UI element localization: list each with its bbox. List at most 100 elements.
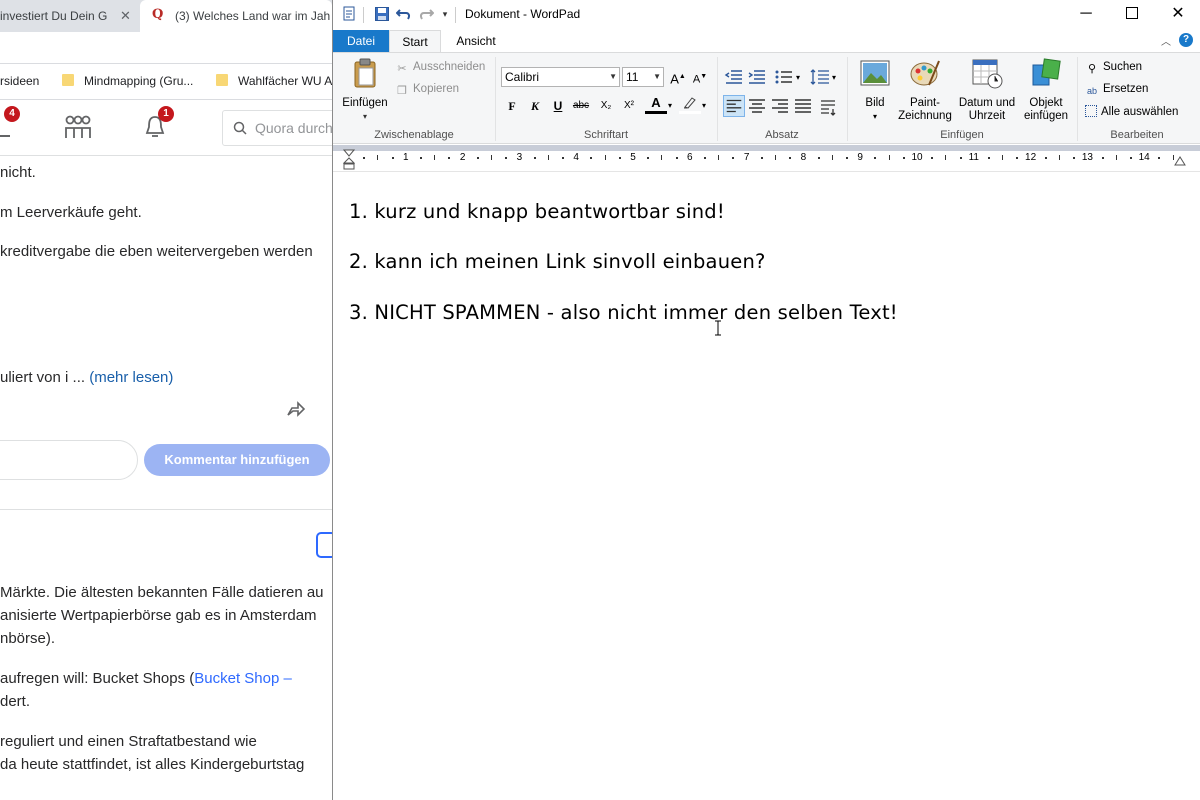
bold-button[interactable]: F	[501, 95, 523, 117]
highlighter-icon	[684, 97, 696, 109]
tab-view[interactable]: Ansicht	[443, 30, 509, 52]
paragraph-settings-icon[interactable]	[817, 95, 839, 117]
right-indent-marker-icon[interactable]	[1174, 155, 1186, 167]
close-button[interactable]: ✕	[1155, 0, 1200, 30]
copy-button[interactable]: ❐ Kopieren	[395, 83, 459, 98]
bookmark-item[interactable]: rsideen	[0, 74, 39, 88]
add-comment-button[interactable]: Kommentar hinzufügen	[144, 444, 330, 476]
datetime-label-2: Uhrzeit	[968, 110, 1006, 122]
date-time-button[interactable]: Datum und Uhrzeit	[955, 57, 1019, 123]
align-left-icon[interactable]	[723, 95, 745, 117]
bucket-shop-link[interactable]: Bucket Shop –	[194, 670, 292, 687]
browser-tab-1[interactable]: investiert Du Dein G ✕	[0, 0, 140, 32]
shrink-font-button[interactable]: A▼	[689, 66, 711, 88]
left-indent-marker-icon[interactable]	[343, 149, 355, 171]
insert-object-button[interactable]: Objekt einfügen	[1021, 57, 1071, 123]
paragraph-group-label: Absatz	[765, 129, 799, 141]
ruler-tick	[533, 157, 536, 159]
decrease-indent-icon[interactable]	[723, 66, 745, 88]
bullet-list-chevron-down-icon[interactable]: ▾	[796, 73, 800, 82]
italic-button[interactable]: K	[524, 95, 546, 117]
ruler-tick	[1115, 155, 1117, 160]
paste-button[interactable]: Einfügen ▾	[339, 57, 391, 123]
browser-tab-1-label: investiert Du Dein G	[0, 9, 108, 23]
strikethrough-button[interactable]: abc	[570, 95, 592, 117]
bookmark-item[interactable]: Mindmapping (Gru...	[62, 74, 193, 88]
answer-text-line: nbörse).	[0, 630, 56, 647]
find-button[interactable]: ⚲ Suchen	[1085, 61, 1142, 76]
answer-text-line: da heute stattfindet, ist alles Kinderge…	[0, 756, 305, 773]
increase-indent-icon[interactable]	[746, 66, 768, 88]
line-spacing-icon[interactable]	[809, 66, 831, 88]
folder-icon	[62, 74, 74, 86]
font-family-select[interactable]: Calibri ▼	[501, 67, 620, 87]
minimize-button[interactable]: ─	[1063, 0, 1109, 30]
browser-tab-strip: investiert Du Dein G ✕ Q (3) Welches Lan…	[0, 0, 332, 32]
redo-icon[interactable]	[418, 6, 434, 22]
align-right-icon[interactable]	[769, 95, 791, 117]
palette-icon	[910, 60, 940, 86]
grow-font-button[interactable]: A▲	[667, 66, 689, 88]
clipboard-group-label: Zwischenablage	[374, 129, 454, 141]
maximize-button[interactable]	[1109, 0, 1155, 30]
ruler-number: 5	[630, 152, 636, 163]
ruler-tick	[363, 157, 366, 159]
ruler-tick	[817, 157, 820, 159]
replace-icon: ab	[1086, 86, 1097, 96]
comment-input[interactable]	[0, 440, 138, 480]
font-group-label: Schriftart	[583, 129, 628, 141]
text-cursor-icon	[715, 320, 721, 336]
font-family-chevron-down-icon: ▼	[609, 72, 617, 81]
insert-picture-button[interactable]: Bild ▾	[853, 57, 897, 123]
ruler-number: 14	[1138, 152, 1150, 163]
spaces-icon[interactable]	[64, 114, 92, 140]
paint-drawing-button[interactable]: Paint- Zeichnung	[897, 57, 953, 123]
select-all-button[interactable]: Alle auswählen	[1085, 105, 1178, 118]
translate-icon[interactable]	[316, 532, 332, 558]
quora-search-input[interactable]: Quora durch	[222, 110, 332, 146]
wordpad-app-icon[interactable]	[341, 6, 357, 22]
customize-qat-chevron-down-icon[interactable]: ▾	[437, 6, 453, 22]
collapse-ribbon-chevron-up-icon[interactable]: ︿	[1161, 33, 1171, 48]
browser-address-bar[interactable]	[0, 32, 332, 64]
font-color-button[interactable]: A	[645, 94, 667, 114]
tab-file[interactable]: Datei	[333, 30, 389, 52]
share-icon[interactable]	[286, 400, 306, 418]
font-color-chevron-down-icon[interactable]: ▾	[668, 101, 672, 110]
highlight-chevron-down-icon[interactable]: ▾	[702, 101, 706, 110]
ruler-tick	[945, 155, 947, 160]
help-icon[interactable]: ?	[1179, 33, 1193, 47]
browser-tab-2[interactable]: Q (3) Welches Land war im Jah	[140, 0, 332, 32]
superscript-button[interactable]: X²	[618, 95, 640, 117]
font-size-select[interactable]: 11 ▼	[622, 67, 664, 87]
ruler[interactable]: 1 2 3 4 5 6 7 8 9 10 11 12 13 14	[333, 145, 1200, 172]
align-center-icon[interactable]	[746, 95, 768, 117]
document-line: 2. kann ich meinen Link sinvoll einbauen…	[349, 250, 766, 273]
line-spacing-chevron-down-icon[interactable]: ▾	[832, 73, 836, 82]
cut-button[interactable]: ✂ Ausschneiden	[395, 61, 485, 76]
wordpad-window: ▾ Dokument - WordPad ─ ✕ Datei Start Ans…	[332, 0, 1200, 800]
ruler-tick	[448, 157, 451, 159]
bookmark-item[interactable]: Wahlfächer WU A	[216, 74, 332, 88]
highlight-button[interactable]	[679, 94, 701, 114]
tab-start[interactable]: Start	[389, 30, 441, 52]
bookmark-label: Wahlfächer WU A	[238, 74, 332, 88]
ruler-number: 8	[800, 152, 807, 163]
ruler-tick	[618, 157, 621, 159]
underline-button[interactable]: U	[547, 95, 569, 117]
bookmark-label: Mindmapping (Gru...	[84, 74, 194, 88]
bullet-list-icon[interactable]	[773, 66, 795, 88]
save-icon[interactable]	[374, 6, 390, 22]
document-area[interactable]: 1. kurz und knapp beantwortbar sind! 2. …	[333, 172, 1200, 800]
ruler-tick	[1044, 157, 1047, 159]
replace-button[interactable]: ab Ersetzen	[1085, 83, 1148, 98]
ruler-tick	[1073, 157, 1076, 159]
ruler-tick	[888, 155, 890, 160]
ruler-tick	[988, 157, 990, 159]
undo-icon[interactable]	[396, 6, 412, 22]
justify-icon[interactable]	[792, 95, 814, 117]
read-more-link[interactable]: (mehr lesen)	[89, 369, 173, 386]
tab-close-icon[interactable]: ✕	[120, 0, 131, 32]
ruler-tick	[931, 157, 934, 159]
subscript-button[interactable]: X₂	[595, 95, 617, 117]
